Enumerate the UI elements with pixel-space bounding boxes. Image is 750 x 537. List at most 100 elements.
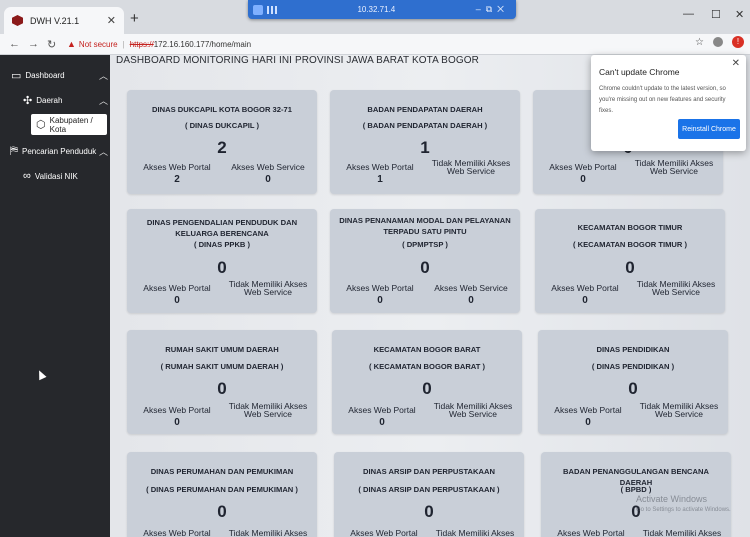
- card-abbr: ( BADAN PENDAPATAN DAERAH ): [362, 121, 488, 130]
- card-left-label: Akses Web Portal: [143, 405, 211, 415]
- card-abbr: ( BPBD ): [620, 485, 652, 494]
- card-dinas-ppkb[interactable]: DINAS PENGENDALIAN PENDUDUK DAN KELUARGA…: [127, 209, 317, 313]
- card-right-label: Akses Web Service: [434, 283, 508, 293]
- sidebar-item-daerah[interactable]: ✣ Daerah ︿: [23, 94, 108, 107]
- watermark-title: Activate Windows: [636, 494, 708, 504]
- card-left-value: 0: [379, 417, 385, 428]
- card-right-label: Tidak Memiliki Akses Web Service: [228, 279, 308, 297]
- card-left-label: Akses Web Portal: [346, 283, 414, 293]
- card-right-label: Tidak Memiliki Akses Web Service: [228, 401, 308, 419]
- card-name: DINAS ARSIP DAN PERPUSTAKAAN: [363, 467, 495, 476]
- card-abbr: ( DINAS PPKB ): [193, 240, 251, 249]
- card-kecamatan-bogor-barat[interactable]: KECAMATAN BOGOR BARAT ( KECAMATAN BOGOR …: [332, 330, 522, 434]
- card-right-label: Tidak Memiliki Akses Web Service: [433, 401, 513, 419]
- bookmark-star-icon[interactable]: ☆: [695, 37, 704, 48]
- card-dinas-pendidikan[interactable]: DINAS PENDIDIKAN ( DINAS PENDIDIKAN ) 0 …: [538, 330, 728, 434]
- card-left-label: Akses Web Portal: [551, 283, 619, 293]
- url-scheme: https://: [129, 39, 154, 49]
- update-error-icon[interactable]: !: [732, 36, 744, 48]
- update-chrome-popup: Can't update Chrome ✕ Chrome couldn't up…: [591, 55, 746, 151]
- card-total: 0: [217, 379, 227, 398]
- warning-icon[interactable]: ▲: [67, 39, 76, 49]
- new-tab-button[interactable]: +: [130, 11, 139, 26]
- sidebar-item-validasi-nik[interactable]: ∞ Validasi NIK: [23, 170, 106, 182]
- card-dpmptsp[interactable]: DINAS PENANAMAN MODAL DAN PELAYANAN TERP…: [330, 209, 520, 313]
- card-name: BADAN PENDAPATAN DAERAH: [367, 105, 483, 114]
- card-right-label: Tidak Memiliki Akses: [228, 528, 308, 537]
- profile-avatar-icon[interactable]: [713, 37, 723, 47]
- card-right-label: Tidak Memiliki Akses Web Service: [639, 401, 719, 419]
- card-total: 0: [628, 379, 638, 398]
- sidebar: ▭ Dashboard ︿ ✣ Daerah ︿ ⬡ Kabupaten / K…: [0, 55, 110, 537]
- close-icon[interactable]: ✕: [732, 58, 740, 69]
- card-dinas-perumahan[interactable]: DINAS PERUMAHAN DAN PEMUKIMAN ( DINAS PE…: [127, 452, 317, 537]
- pin-icon[interactable]: [253, 4, 263, 15]
- link-icon: ∞: [23, 170, 31, 182]
- card-left-label: Akses Web Portal: [554, 405, 622, 415]
- card-left-label: Akses Web Portal: [549, 162, 617, 172]
- back-icon[interactable]: ←: [9, 38, 20, 50]
- not-secure-label[interactable]: Not secure: [79, 40, 118, 49]
- network-icon: ✣: [23, 95, 33, 107]
- url-field[interactable]: ▲ Not secure | https:// 172.16.160.177/h…: [67, 36, 251, 52]
- reload-icon[interactable]: ↻: [47, 38, 57, 51]
- chevron-up-icon[interactable]: ︿: [99, 145, 108, 158]
- card-name: DINAS PENDIDIKAN: [596, 345, 670, 354]
- card-right-label: Tidak Memiliki Akses Web Service: [431, 158, 511, 176]
- card-left-value: 0: [580, 174, 586, 185]
- card-right-value: 0: [468, 295, 474, 306]
- watermark-subtitle: Go to Settings to activate Windows.: [636, 507, 731, 513]
- popup-message: Chrome couldn't update to the latest ver…: [599, 86, 726, 114]
- chevron-up-icon[interactable]: ︿: [99, 94, 108, 107]
- card-dinas-arsip[interactable]: DINAS ARSIP DAN PERPUSTAKAAN ( DINAS ARS…: [334, 452, 524, 537]
- box-icon: ⬡: [36, 119, 46, 131]
- browser-tab[interactable]: DWH V.21.1 ✕: [4, 7, 124, 34]
- card-rumah-sakit-umum-daerah[interactable]: RUMAH SAKIT UMUM DAERAH ( RUMAH SAKIT UM…: [127, 330, 317, 434]
- card-total: 0: [217, 258, 227, 277]
- card-name: DINAS PENANAMAN MODAL DAN PELAYANAN TERP…: [339, 216, 511, 236]
- card-abbr: ( DINAS PERUMAHAN DAN PEMUKIMAN ): [146, 485, 298, 494]
- card-name: KECAMATAN BOGOR TIMUR: [577, 223, 683, 232]
- card-left-value: 2: [174, 174, 180, 185]
- sidebar-item-dashboard[interactable]: ▭ Dashboard ︿: [11, 69, 108, 82]
- forward-icon[interactable]: →: [28, 38, 39, 50]
- card-badan-pendapatan-daerah[interactable]: BADAN PENDAPATAN DAERAH ( BADAN PENDAPAT…: [330, 90, 520, 194]
- card-left-value: 0: [585, 417, 591, 428]
- card-total: 1: [420, 138, 430, 157]
- sidebar-item-kabupaten-kota[interactable]: ⬡ Kabupaten / Kota: [31, 114, 107, 135]
- card-left-label: Akses Web Portal: [346, 162, 414, 172]
- card-right-label: Tidak Memiliki Akses: [642, 528, 722, 537]
- card-total: 0: [217, 502, 227, 521]
- card-name: DINAS DUKCAPIL KOTA BOGOR 32-71: [152, 105, 292, 114]
- url-separator: |: [122, 39, 125, 49]
- sidebar-item-pencarian-penduduk[interactable]: ⛿ Pencarian Penduduk ︿: [10, 145, 108, 158]
- card-left-label: Akses Web Portal: [143, 528, 211, 537]
- reinstall-chrome-button[interactable]: Reinstall Chrome: [678, 119, 740, 139]
- remote-window-controls[interactable]: –⧉✕: [476, 4, 509, 15]
- tab-close-icon[interactable]: ✕: [107, 14, 116, 27]
- card-abbr: ( KECAMATAN BOGOR BARAT ): [369, 362, 485, 371]
- browser-tab-strip: DWH V.21.1 ✕ + 10.32.71.4 –⧉✕ — ☐ ✕: [0, 0, 750, 34]
- card-name: RUMAH SAKIT UMUM DAERAH: [165, 345, 279, 354]
- chevron-up-icon[interactable]: ︿: [99, 69, 108, 82]
- sidebar-item-label: Dashboard: [25, 71, 65, 80]
- minimize-icon[interactable]: —: [683, 8, 694, 20]
- card-left-value: 0: [174, 417, 180, 428]
- close-window-icon[interactable]: ✕: [735, 8, 744, 21]
- card-abbr: ( DINAS DUKCAPIL ): [184, 121, 260, 130]
- remote-ip: 10.32.71.4: [357, 5, 396, 14]
- url-path: 172.16.160.177/home/main: [153, 39, 252, 49]
- card-left-value: 0: [582, 295, 588, 306]
- card-kecamatan-bogor-timur[interactable]: KECAMATAN BOGOR TIMUR ( KECAMATAN BOGOR …: [535, 209, 725, 313]
- card-right-label: Akses Web Service: [231, 162, 305, 172]
- card-right-label: Tidak Memiliki Akses Web Service: [634, 158, 714, 176]
- card-left-label: Akses Web Portal: [557, 528, 625, 537]
- maximize-icon[interactable]: ☐: [711, 8, 721, 21]
- card-name: KECAMATAN BOGOR BARAT: [373, 345, 481, 354]
- card-abbr: ( RUMAH SAKIT UMUM DAERAH ): [160, 362, 284, 371]
- card-left-label: Akses Web Portal: [350, 528, 418, 537]
- activate-windows-watermark: Activate Windows Go to Settings to activ…: [636, 494, 731, 516]
- card-dinas-dukcapil[interactable]: DINAS DUKCAPIL KOTA BOGOR 32-71 ( DINAS …: [127, 90, 317, 194]
- mouse-cursor-icon: [35, 368, 47, 381]
- sidebar-item-label: Pencarian Penduduk: [22, 147, 97, 156]
